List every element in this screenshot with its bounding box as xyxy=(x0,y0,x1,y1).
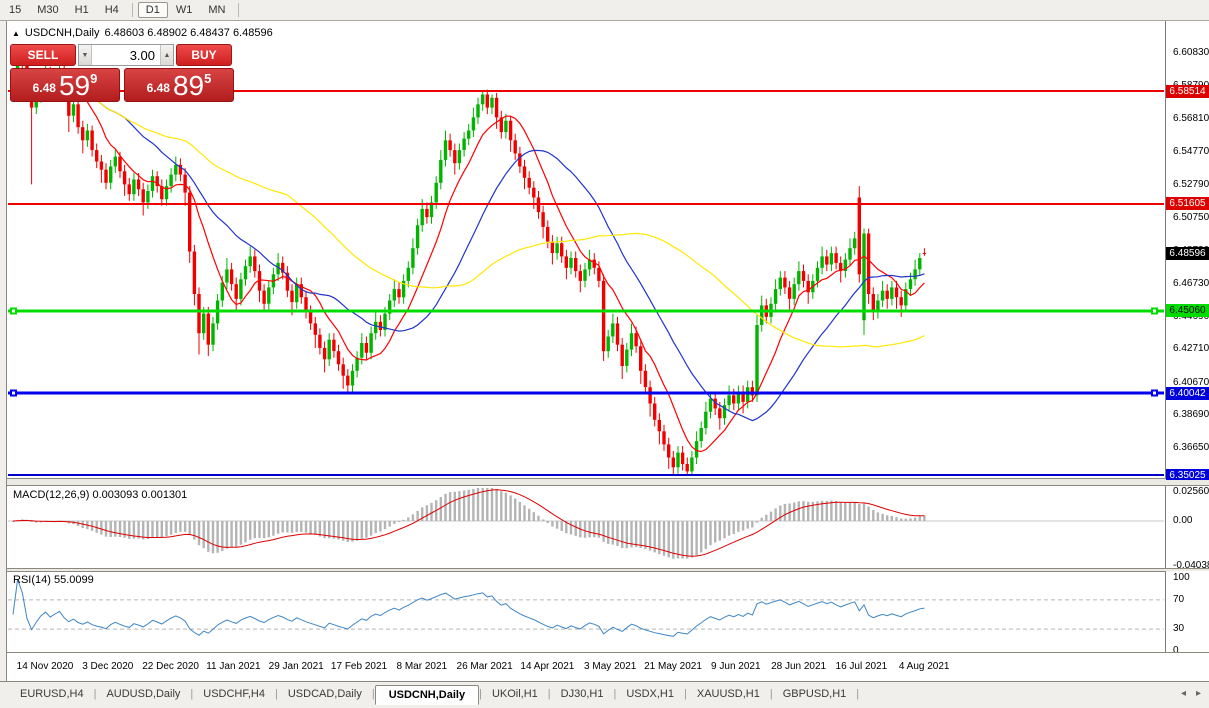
timeframe-toolbar: 15 M30 H1 H4 D1 W1 MN xyxy=(0,0,1209,21)
tab-usdx-h1[interactable]: USDX,H1 xyxy=(616,685,684,703)
macd-tick-label: 0.00 xyxy=(1173,515,1193,526)
volume-spinner: ▼ ▲ xyxy=(78,44,174,66)
current-price-badge: 6.48596 xyxy=(1166,246,1209,260)
tab-dj30-h1[interactable]: DJ30,H1 xyxy=(551,685,614,703)
ohlc-readout: 6.48603 6.48902 6.48437 6.48596 xyxy=(104,27,273,39)
price-level-badge: 6.51605 xyxy=(1166,197,1209,211)
buy-price-point: 5 xyxy=(204,71,212,86)
sell-price-point: 9 xyxy=(90,71,98,86)
price-level-badge: 6.40042 xyxy=(1166,386,1209,400)
tab-separator: | xyxy=(856,688,860,700)
price-tick-label: 6.60830 xyxy=(1173,47,1209,59)
sell-price-prefix: 6.48 xyxy=(32,81,56,95)
macd-tick-label: 0.025609 xyxy=(1173,486,1209,498)
toolbar-separator xyxy=(238,3,240,17)
window-left-frame xyxy=(0,21,7,681)
date-axis[interactable]: 14 Nov 2020 3 Dec 2020 22 Dec 2020 11 Jan 2… xyxy=(7,652,1209,681)
tab-eurusd-h4[interactable]: EURUSD,H4 xyxy=(10,685,94,703)
tab-usdchf-h4[interactable]: USDCHF,H4 xyxy=(193,685,275,703)
date-label: 29 Jan 2021 xyxy=(268,661,324,672)
date-label: 3 May 2021 xyxy=(584,661,637,672)
date-label: 17 Feb 2021 xyxy=(330,661,388,672)
timeframe-button-15[interactable]: 15 xyxy=(1,2,29,18)
tab-audusd-daily[interactable]: AUDUSD,Daily xyxy=(96,685,190,703)
volume-increase-button[interactable]: ▲ xyxy=(160,45,173,65)
buy-arrow-icon: ▲ xyxy=(12,28,20,38)
tab-gbpusd-h1[interactable]: GBPUSD,H1 xyxy=(773,685,857,703)
trading-platform-window: 15 M30 H1 H4 D1 W1 MN ▲ USDCNH,Daily 6.48603 6… xyxy=(0,0,1209,708)
macd-indicator-label: MACD(12,26,9) 0.003093 0.001301 xyxy=(13,489,188,501)
chart-symbol-title: USDCNH,Daily xyxy=(24,27,100,39)
macd-rsi-splitter[interactable] xyxy=(7,568,1209,572)
buy-price-display[interactable]: 6.48 89 5 xyxy=(124,68,234,102)
chart-header: ▲ USDCNH,Daily 6.48603 6.48902 6.48437 6… xyxy=(12,27,273,39)
chevron-up-icon: ▲ xyxy=(163,51,171,59)
sell-price-pips: 59 xyxy=(58,70,91,101)
price-tick-label: 6.56810 xyxy=(1173,112,1209,124)
rsi-tick-label: 100 xyxy=(1173,572,1190,583)
date-label: 22 Dec 2020 xyxy=(142,661,199,672)
price-tick-label: 6.50750 xyxy=(1173,211,1209,223)
date-label: 16 Jul 2021 xyxy=(835,661,888,672)
price-tick-label: 6.54770 xyxy=(1173,146,1209,158)
date-label: 3 Dec 2020 xyxy=(82,661,134,672)
date-label: 8 Mar 2021 xyxy=(396,661,448,672)
rsi-tick-label: 0 xyxy=(1173,645,1179,652)
buy-price-prefix: 6.48 xyxy=(146,81,170,95)
chart-macd-splitter[interactable] xyxy=(7,478,1209,486)
tab-xauusd-h1[interactable]: XAUUSD,H1 xyxy=(687,685,770,703)
timeframe-button-mn[interactable]: MN xyxy=(200,2,233,18)
date-label: 14 Apr 2021 xyxy=(520,661,575,672)
date-label: 26 Mar 2021 xyxy=(456,661,513,672)
one-click-trading-panel: SELL ▼ ▲ BUY 6.48599 6.48895 xyxy=(10,44,234,102)
rsi-indicator-label: RSI(14) 55.0099 xyxy=(13,574,94,586)
price-tick-label: 6.36650 xyxy=(1173,442,1209,454)
timeframe-button-h4[interactable]: H4 xyxy=(97,2,127,18)
chart-canvas[interactable] xyxy=(0,0,1209,708)
toolbar-separator xyxy=(131,3,133,17)
timeframe-button-h1[interactable]: H1 xyxy=(67,2,97,18)
tab-usdcad-daily[interactable]: USDCAD,Daily xyxy=(278,685,372,703)
sell-button[interactable]: SELL xyxy=(10,44,76,66)
date-label: 4 Aug 2021 xyxy=(898,661,950,672)
volume-decrease-button[interactable]: ▼ xyxy=(79,45,92,65)
tab-ukoil-h1[interactable]: UKOil,H1 xyxy=(482,685,548,703)
date-label: 9 Jun 2021 xyxy=(711,661,761,672)
sell-price-display[interactable]: 6.48 59 9 xyxy=(10,68,120,102)
tabs-scroll-right-icon[interactable]: ▸ xyxy=(1196,688,1201,699)
price-tick-label: 6.38690 xyxy=(1173,409,1209,421)
price-level-badge: 6.58514 xyxy=(1166,84,1209,98)
buy-price-pips: 89 xyxy=(172,70,205,101)
tab-usdcnh-daily[interactable]: USDCNH,Daily xyxy=(374,685,480,705)
rsi-tick-label: 30 xyxy=(1173,623,1185,635)
macd-tick-label: -0.04038 xyxy=(1173,560,1209,568)
timeframe-button-m30[interactable]: M30 xyxy=(29,2,66,18)
date-label: 14 Nov 2020 xyxy=(16,661,74,672)
rsi-tick-label: 70 xyxy=(1173,593,1185,605)
price-tick-label: 6.52790 xyxy=(1173,178,1209,190)
rsi-axis[interactable]: 100 70 30 0 xyxy=(1166,571,1209,652)
volume-input[interactable] xyxy=(92,45,160,65)
tab-scroll-arrows: ◂ ▸ xyxy=(1181,688,1201,699)
tabs-scroll-left-icon[interactable]: ◂ xyxy=(1181,688,1186,699)
price-tick-label: 6.42710 xyxy=(1173,343,1209,355)
chart-tabs: EURUSD,H4 | AUDUSD,Daily | USDCHF,H4 | USDCAD,… xyxy=(0,681,1209,708)
date-label: 28 Jun 2021 xyxy=(771,661,827,672)
date-label: 11 Jan 2021 xyxy=(206,661,261,672)
timeframe-button-d1[interactable]: D1 xyxy=(137,2,168,18)
chevron-down-icon: ▼ xyxy=(81,51,89,59)
price-axis[interactable]: 6.608306.587906.568106.547706.527906.507… xyxy=(1166,22,1209,480)
timeframe-button-w1[interactable]: W1 xyxy=(168,2,201,18)
price-tick-label: 6.46730 xyxy=(1173,277,1209,289)
macd-axis[interactable]: 0.025609 0.00 -0.04038 xyxy=(1166,486,1209,568)
price-level-badge: 6.35025 xyxy=(1166,468,1209,480)
price-level-badge: 6.45060 xyxy=(1166,304,1209,318)
buy-button[interactable]: BUY xyxy=(176,44,232,66)
date-label: 21 May 2021 xyxy=(644,661,702,672)
